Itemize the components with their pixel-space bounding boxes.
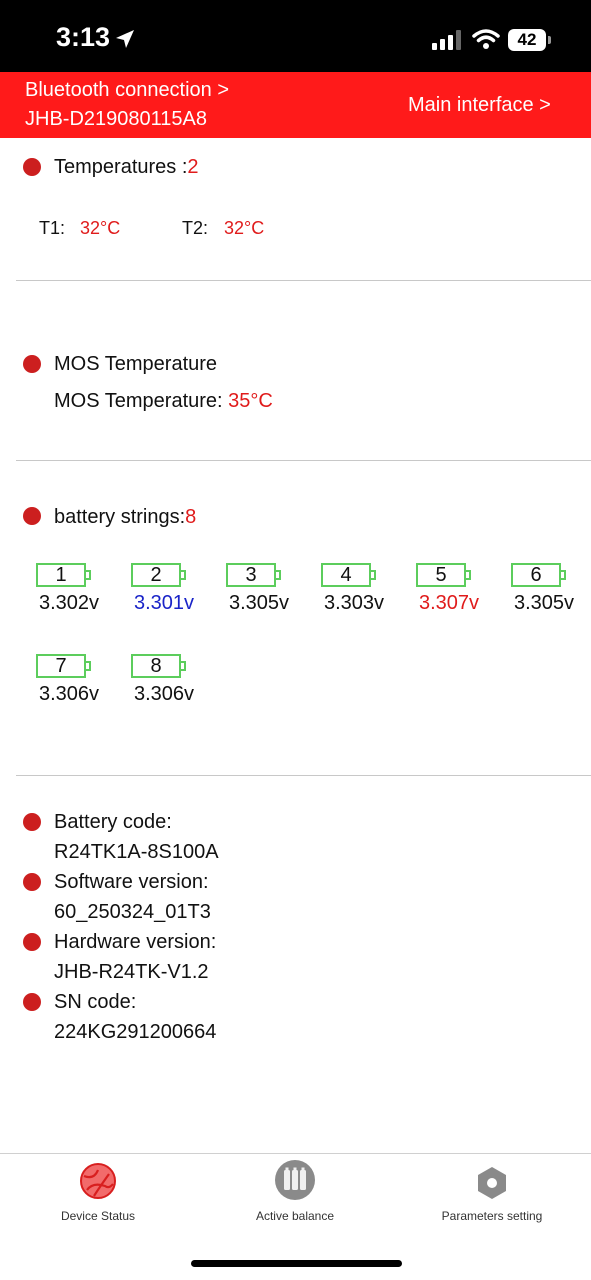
t2-value: 32°C [224,218,265,238]
bullet-icon [23,813,41,831]
cell-number: 4 [340,564,352,586]
bullet-icon [23,507,41,525]
battery-status-icon: 42 [508,29,552,51]
home-indicator[interactable] [191,1260,402,1267]
hardware-version-label: Hardware version: [54,931,217,953]
mos-value: 35°C [228,390,273,412]
battery-cell: 2 3.301v [124,563,204,625]
divider [16,280,591,281]
mos-title: MOS Temperature [54,353,218,375]
cell-number: 1 [55,564,67,586]
battery-cell: 8 3.306v [124,654,204,716]
cell-number: 5 [435,564,447,586]
t2-label: T2: [182,218,209,238]
cell-voltage: 3.306v [133,683,195,705]
active-balance-icon [275,1160,315,1200]
cell-voltage: 3.307v [418,592,480,614]
tab-label: Device Status [60,1209,136,1223]
mos-label: MOS Temperature: [54,390,223,412]
sn-code-value: 224KG291200664 [54,1021,217,1043]
cell-number: 3 [245,564,257,586]
strings-heading: battery strings:8 [54,506,196,529]
cell-voltage: 3.302v [38,592,100,614]
divider [16,460,591,461]
cell-voltage: 3.306v [38,683,100,705]
main-interface-link[interactable]: Main interface > [408,94,551,117]
t1-value: 32°C [80,218,121,238]
battery-cell: 1 3.302v [29,563,109,625]
device-id[interactable]: JHB-D219080115A8 [25,108,207,131]
cell-number: 8 [150,655,162,677]
bluetooth-connection-link[interactable]: Bluetooth connection > [25,79,229,102]
battery-cell: 3 3.305v [219,563,299,625]
status-time: 3:13 [56,22,111,52]
sn-code-label: SN code: [54,991,137,1013]
temperatures-count: 2 [187,156,199,178]
tab-parameters-setting[interactable]: Parameters setting [422,1158,562,1228]
hardware-version-value: JHB-R24TK-V1.2 [54,961,209,983]
battery-code-label: Battery code: [54,811,172,833]
strings-count: 8 [185,506,197,528]
cell-voltage: 3.305v [228,592,290,614]
bullet-icon [23,158,41,176]
battery-code-value: R24TK1A-8S100A [54,841,219,863]
bullet-icon [23,355,41,373]
cellular-signal-icon [432,30,461,50]
parameters-setting-icon [478,1167,506,1199]
cell-number: 6 [530,564,542,586]
tab-device-status[interactable]: Device Status [28,1158,168,1228]
bullet-icon [23,933,41,951]
cell-voltage: 3.303v [323,592,385,614]
mos-temperature-row: MOS Temperature: 35°C [54,390,273,413]
t1-label: T1: [39,218,66,238]
device-status-icon [80,1163,116,1199]
software-version-label: Software version: [54,871,209,893]
cell-number: 2 [150,564,162,586]
cell-voltage: 3.305v [513,592,575,614]
strings-label: battery strings: [54,506,186,528]
cell-voltage: 3.301v [133,592,195,614]
temperatures-label: Temperatures : [54,156,188,178]
software-version-value: 60_250324_01T3 [54,901,211,923]
battery-cell: 4 3.303v [314,563,394,625]
battery-cell: 6 3.305v [504,563,584,625]
tab-active-balance[interactable]: Active balance [225,1158,365,1228]
tab-label: Active balance [255,1209,335,1223]
tab-bar-divider [0,1153,591,1154]
bullet-icon [23,873,41,891]
battery-cell: 5 3.307v [409,563,489,625]
divider [16,775,591,776]
bullet-icon [23,993,41,1011]
battery-cell: 7 3.306v [29,654,109,716]
cell-number: 7 [55,655,67,677]
battery-level: 42 [508,29,546,51]
location-arrow-icon [116,30,134,48]
temperatures-heading: Temperatures :2 [54,156,199,179]
tab-label: Parameters setting [441,1209,543,1223]
wifi-icon [472,29,500,49]
